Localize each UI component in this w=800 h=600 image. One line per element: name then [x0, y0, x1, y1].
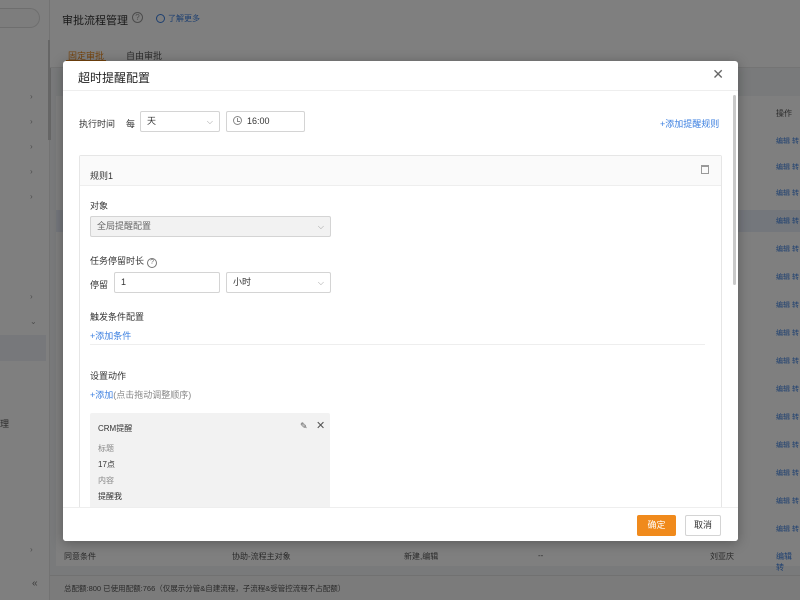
- action-label: 设置动作: [90, 371, 127, 381]
- action-content-value: 提醒我: [98, 492, 122, 501]
- chevron-down-icon: ⌵: [206, 117, 213, 126]
- dialog-header: 超时提醒配置 ✕: [63, 61, 738, 91]
- edit-icon[interactable]: ✎: [300, 421, 308, 432]
- duration-label: 任务停留时长?: [90, 254, 158, 268]
- action-title-value: 17点: [98, 460, 115, 469]
- add-reminder-rule-link[interactable]: +添加提醒规则: [660, 117, 719, 130]
- target-select[interactable]: 全局提醒配置 ⌵: [90, 216, 331, 237]
- add-action-label: +添加: [90, 390, 114, 400]
- stay-duration-input[interactable]: 1: [114, 272, 220, 293]
- action-title-key: 标题: [98, 444, 114, 453]
- help-icon[interactable]: ?: [147, 258, 158, 268]
- timeout-reminder-dialog: 超时提醒配置 ✕ 执行时间 每 天 ⌵ 16:00 +添加提醒规则 规则1 对象…: [63, 61, 738, 541]
- stay-unit-select[interactable]: 小时 ⌵: [226, 272, 331, 293]
- target-value: 全局提醒配置: [97, 221, 152, 231]
- action-type: CRM提醒: [98, 424, 133, 433]
- add-action-link[interactable]: +添加(点击拖动调整顺序): [90, 388, 191, 401]
- stay-unit-value: 小时: [233, 277, 252, 287]
- rule-title: 规则1: [90, 171, 114, 181]
- every-label: 每: [126, 119, 136, 129]
- exec-unit-select[interactable]: 天 ⌵: [140, 111, 220, 132]
- dialog-scrollbar[interactable]: [733, 95, 736, 285]
- clock-icon: [233, 116, 242, 125]
- target-label: 对象: [90, 201, 109, 211]
- chevron-down-icon: ⌵: [317, 278, 324, 287]
- cancel-button[interactable]: 取消: [685, 515, 721, 536]
- divider: [90, 344, 705, 345]
- close-icon[interactable]: ✕: [316, 419, 325, 432]
- exec-unit-value: 天: [147, 116, 157, 126]
- action-content-key: 内容: [98, 476, 114, 485]
- chevron-down-icon: ⌵: [317, 222, 324, 231]
- rule-header: 规则1: [80, 156, 721, 186]
- dialog-footer: 确定 取消: [63, 507, 738, 541]
- exec-time-value: 16:00: [247, 116, 270, 126]
- dialog-title: 超时提醒配置: [78, 71, 151, 85]
- dialog-body: 执行时间 每 天 ⌵ 16:00 +添加提醒规则 规则1 对象 全局提醒配置 ⌵…: [63, 91, 738, 507]
- action-card[interactable]: CRM提醒 ✎ ✕ 标题 17点 内容 提醒我: [90, 413, 330, 507]
- stay-label: 停留: [90, 280, 109, 290]
- exec-time-picker[interactable]: 16:00: [226, 111, 305, 132]
- trash-icon[interactable]: [701, 165, 709, 174]
- rule-card: 规则1 对象 全局提醒配置 ⌵ 任务停留时长? 停留 1 小时 ⌵ 触发条件配置…: [79, 155, 722, 507]
- duration-label-text: 任务停留时长: [90, 256, 145, 266]
- trigger-label: 触发条件配置: [90, 312, 145, 322]
- add-action-hint: (点击拖动调整顺序): [113, 390, 192, 400]
- close-icon[interactable]: ✕: [712, 67, 724, 81]
- confirm-button[interactable]: 确定: [637, 515, 676, 536]
- add-condition-link[interactable]: +添加条件: [90, 329, 131, 342]
- stay-duration-value: 1: [121, 277, 127, 287]
- exec-time-label: 执行时间: [79, 119, 116, 129]
